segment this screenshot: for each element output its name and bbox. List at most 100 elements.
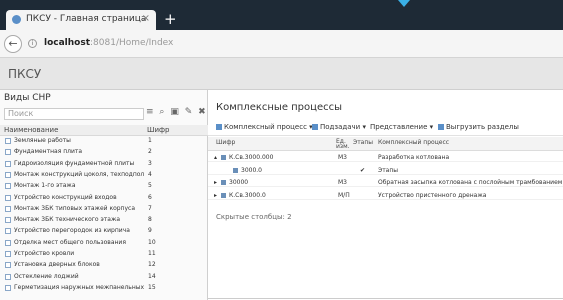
list-item[interactable]: Гидроизоляция фундаментной плиты 3 [0,160,208,168]
list-item[interactable]: Фундаментная плита 2 [0,148,208,156]
list-item-code: 14 [148,272,156,280]
unit-column-header[interactable]: Ед. изм. [336,139,350,150]
list-item-name: Фундаментная плита [14,148,83,156]
row-stage: ✔ [360,166,366,174]
subtask-icon [312,124,318,130]
search-input[interactable]: Поиск [4,108,144,120]
list-item-code: 11 [148,250,156,257]
row-unit: М3 [338,154,347,161]
folder-icon [5,239,11,246]
process-icon [221,180,226,185]
list-item-name: Устройство кровли [14,250,75,257]
list-item[interactable]: Устройство перегородок из кирпича 9 [0,227,208,235]
hidden-columns-note[interactable]: Скрытые столбцы: 2 [216,213,292,221]
folder-icon [5,217,11,224]
list-item-code: 5 [148,182,152,190]
list-item[interactable]: Установка дверных блоков 12 [0,261,208,269]
search-icon[interactable]: ⌕ [159,107,164,117]
list-item-name: Отделка мест общего пользования [14,238,126,246]
page-favicon-icon [12,15,21,24]
expand-toggle-icon[interactable]: ▴ [214,154,217,161]
app-logo[interactable]: ПКСУ [8,67,41,81]
list-item-code: 7 [148,204,152,212]
export-button[interactable]: Выгрузить разделы [438,123,519,131]
column-code-header[interactable]: Шифр [147,126,169,134]
folder-icon [5,262,11,269]
page-title: Комплексные процессы [216,102,343,113]
complex-processes-panel: Комплексные процессы Комплексный процесс… [208,90,563,300]
list-header: Наименование Шифр [0,125,208,136]
list-item[interactable]: Остекление лоджий 14 [0,273,208,281]
list-item-name: Монтаж 3БК типовых этажей корпуса [14,204,135,212]
list-item-code: 10 [148,238,156,246]
list-item-code: 12 [148,261,156,269]
panel-title: Виды СНР [4,93,51,103]
tab-close-icon[interactable]: × [142,13,150,24]
table-row[interactable]: ▸ К.Св.3000.0 М/П Устройство пристенного др… [208,191,563,200]
list-item[interactable]: Монтаж конструкций цоколя, техподполья 4 [0,171,208,179]
list-item-name: Устройство конструкций входов [14,193,117,201]
stages-column-header[interactable]: Этапы [353,139,373,146]
folder-icon [5,194,11,201]
row-process: Разработка котлована [378,154,450,161]
list-item[interactable]: Монтаж 1-го этажа 5 [0,182,208,190]
folder-icon [5,160,11,167]
complex-process-label: Комплексный процесс ▾ [224,123,313,131]
list-item-code: 8 [148,216,152,224]
row-code: 30000 [229,179,249,186]
grid-header: Шифр Ед. изм. Этапы Комплексный процесс [208,137,563,151]
row-process: Этапы [378,166,399,174]
list-item[interactable]: Устройство конструкций входов 6 [0,194,208,202]
list-item-code: 4 [148,170,152,178]
column-name-header[interactable]: Наименование [4,126,58,134]
back-button[interactable]: ← [4,35,22,53]
list-item[interactable]: Монтаж 3БК типовых этажей корпуса 7 [0,205,208,213]
row-code: К.Св.3000.000 [229,154,274,161]
list-item-name: Герметизация наружных межпанельных швов [14,283,144,291]
folder-icon [5,183,11,190]
table-row[interactable]: ▴ К.Св.3000.000 М3 Разработка котлована [208,153,563,162]
list-item[interactable]: Отделка мест общего пользования 10 [0,239,208,247]
code-column-header[interactable]: Шифр [216,139,235,146]
list-item-code: 3 [148,159,152,167]
filter-icon[interactable]: ≡ [146,107,154,117]
list-item-name: Гидроизоляция фундаментной плиты [14,159,135,167]
row-process: Обратная засыпка котлована с послойным т… [378,179,563,186]
browser-tab[interactable]: ПКСУ - Главная страница × [6,10,156,30]
list-item[interactable]: Устройство кровли 11 [0,250,208,258]
folder-icon [5,228,11,235]
table-row[interactable]: ▸ 30000 М3 Обратная засыпка котлована с пос… [208,178,563,187]
export-icon [438,124,444,130]
list-item-name: Монтаж 1-го этажа [14,182,76,190]
list-item-name: Монтаж 3БК технического этажа [14,216,121,224]
list-item-name: Остекление лоджий [14,272,79,280]
folder-icon [5,251,11,257]
browser-tab-bar: ПКСУ - Главная страница × + [0,0,563,30]
list-item-name: Монтаж конструкций цоколя, техподполья [14,170,144,178]
subtask-menu[interactable]: Подзадачи ▾ [312,123,366,131]
process-column-header[interactable]: Комплексный процесс [378,139,449,146]
folder-icon [5,171,11,178]
add-icon[interactable]: ▣ [170,107,179,117]
main-toolbar: Комплексный процесс ▾ Подзадачи ▾ Предст… [208,118,563,136]
view-menu[interactable]: Представление ▾ [370,123,433,131]
folder-icon [5,205,11,212]
folder-icon [5,149,11,156]
list-item-code: 9 [148,227,152,235]
delete-icon[interactable]: ✖ [198,107,206,117]
table-row[interactable]: 3000.0 ✔ Этапы [208,166,563,175]
url-host: localhost [44,38,91,48]
list-item-name: Установка дверных блоков [14,261,100,269]
view-label: Представление ▾ [370,123,434,131]
list-item[interactable]: Монтаж 3БК технического этажа 8 [0,216,208,224]
new-tab-button[interactable]: + [164,10,177,28]
info-icon[interactable]: i [28,39,37,48]
expand-toggle-icon[interactable]: ▸ [214,179,217,186]
complex-process-menu[interactable]: Комплексный процесс ▾ [216,123,313,131]
list-item[interactable]: Земляные работы 1 [0,137,208,145]
url-field[interactable]: localhost:8081/Home/Index [44,38,173,48]
list-item[interactable]: Герметизация наружных межпанельных швов 1… [0,284,208,292]
process-icon [216,124,222,130]
expand-toggle-icon[interactable]: ▸ [214,192,217,199]
edit-icon[interactable]: ✎ [185,107,193,117]
